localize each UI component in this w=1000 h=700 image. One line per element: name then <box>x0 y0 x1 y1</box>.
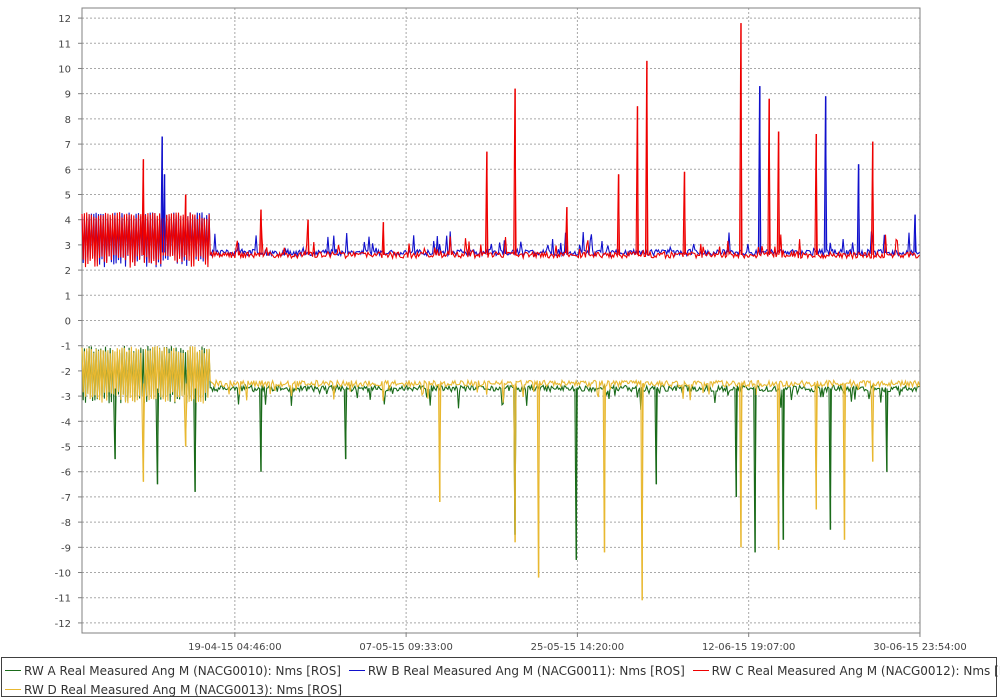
y-tick-label: 9 <box>65 90 71 101</box>
x-tick-label: 07-05-15 09:33:00 <box>359 642 452 653</box>
legend-label-rw-b: RW B Real Measured Ang M (NACG0011): Nms… <box>367 663 685 678</box>
y-tick-label: 7 <box>65 140 71 151</box>
legend-item-rw-b: RW B Real Measured Ang M (NACG0011): Nms… <box>348 663 685 678</box>
y-tick-label: -5 <box>61 443 71 454</box>
y-tick-label: -9 <box>61 543 71 554</box>
x-tick-label: 30-06-15 23:54:00 <box>873 642 966 653</box>
legend-swatch-rw-b <box>348 670 365 671</box>
y-tick-label: -6 <box>61 468 71 479</box>
x-tick-label: 19-04-15 04:46:00 <box>188 642 281 653</box>
y-tick-label: -2 <box>61 367 71 378</box>
legend-swatch-rw-d <box>5 689 21 690</box>
legend: RW A Real Measured Ang M (NACG0010): Nms… <box>1 657 1000 697</box>
y-tick-label: -12 <box>55 619 71 630</box>
y-tick-label: 6 <box>65 165 71 176</box>
legend-label-rw-d: RW D Real Measured Ang M (NACG0013): Nms… <box>24 682 343 697</box>
y-tick-label: 5 <box>65 190 71 201</box>
y-tick-label: 1 <box>65 291 71 302</box>
y-tick-label: 3 <box>65 241 71 252</box>
legend-label-rw-c: RW C Real Measured Ang M (NACG0012): Nms… <box>711 663 1000 678</box>
y-tick-label: 4 <box>65 216 71 227</box>
legend-item-rw-c: RW C Real Measured Ang M (NACG0012): Nms… <box>692 663 1000 678</box>
y-tick-label: 2 <box>65 266 71 277</box>
y-tick-label: -1 <box>61 342 71 353</box>
y-tick-label: 10 <box>58 64 71 75</box>
y-tick-label: 0 <box>65 317 71 328</box>
y-tick-label: -10 <box>55 569 71 580</box>
legend-swatch-rw-c <box>692 670 709 671</box>
y-tick-label: 8 <box>65 115 71 126</box>
x-tick-label: 25-05-15 14:20:00 <box>531 642 624 653</box>
legend-item-rw-d: RW D Real Measured Ang M (NACG0013): Nms… <box>5 683 342 697</box>
legend-item-rw-a: RW A Real Measured Ang M (NACG0010): Nms… <box>5 664 341 678</box>
y-tick-label: -7 <box>61 493 71 504</box>
legend-swatch-rw-a <box>5 670 21 671</box>
y-tick-label: -8 <box>61 518 71 529</box>
y-tick-label: 11 <box>58 39 71 50</box>
y-tick-label: -11 <box>55 594 71 605</box>
chart: 1211109876543210-1-2-3-4-5-6-7-8-9-10-11… <box>55 7 967 653</box>
y-tick-label: -4 <box>61 417 71 428</box>
legend-label-rw-a: RW A Real Measured Ang M (NACG0010): Nms… <box>24 663 341 678</box>
y-tick-label: 12 <box>58 14 71 25</box>
x-tick-label: 12-06-15 19:07:00 <box>702 642 795 653</box>
y-tick-label: -3 <box>61 392 71 403</box>
